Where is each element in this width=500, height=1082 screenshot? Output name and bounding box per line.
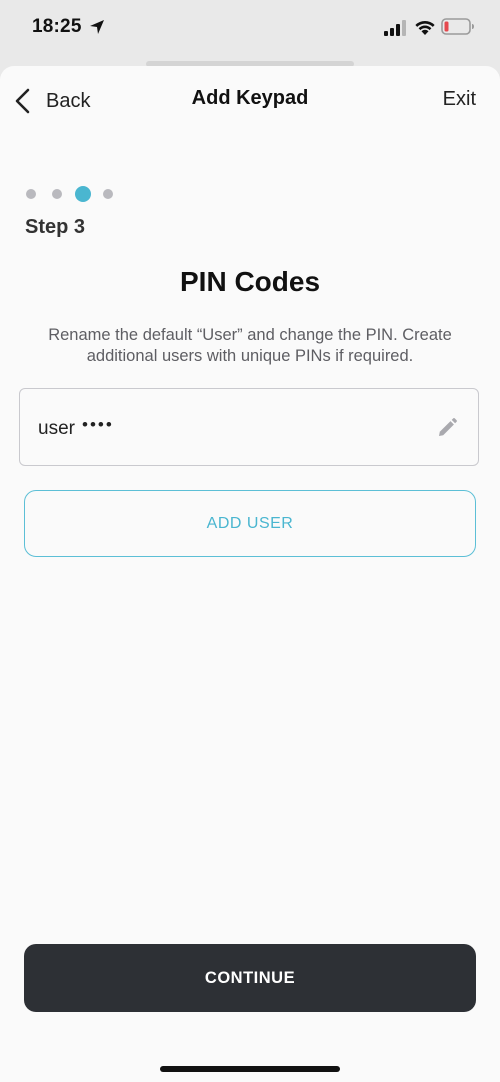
page-title: PIN Codes [179, 266, 321, 297]
continue-button[interactable]: CONTINUE [24, 944, 476, 1012]
back-label: Back [46, 89, 91, 112]
add-user-button[interactable]: ADD USER [24, 490, 476, 557]
user-pin-mask: •••• [82, 415, 114, 434]
instructions-text: Rename the default “User” and change the… [48, 326, 452, 365]
pencil-edit-icon[interactable] [436, 417, 458, 439]
exit-button[interactable]: Exit [443, 88, 476, 111]
location-arrow-icon [90, 20, 104, 34]
user-name: user [38, 418, 75, 439]
battery-low-icon [441, 18, 474, 35]
add-keypad-sheet: Back Add Keypad Exit Step 3 PIN Codes Re… [0, 66, 500, 1082]
status-time: 18:25 [32, 16, 82, 37]
step-progress-indicator [26, 186, 129, 202]
step-label: Step 3 [25, 216, 86, 238]
user-pin-row[interactable]: user •••• [19, 388, 479, 466]
chevron-left-icon [15, 88, 30, 114]
step-dot-3-active [75, 186, 91, 202]
signal-icon [384, 20, 406, 36]
wifi-icon [415, 20, 435, 35]
step-dot-1 [26, 189, 36, 199]
back-button[interactable]: Back [14, 86, 90, 116]
status-bar: 18:25 [0, 0, 500, 62]
home-indicator [160, 1066, 340, 1072]
step-dot-2 [52, 189, 62, 199]
step-dot-4 [103, 189, 113, 199]
